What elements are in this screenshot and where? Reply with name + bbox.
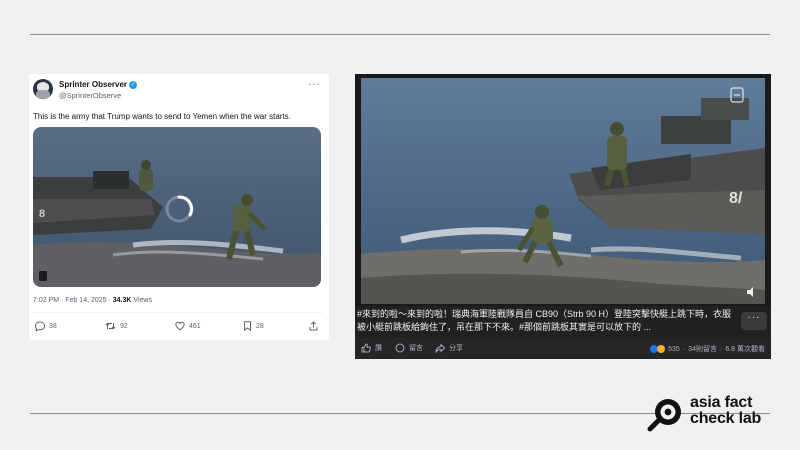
- stats-separator: ·: [719, 345, 723, 353]
- video-action-bar: 讚 留言 分享 535 · 34則留言 · 6.8 萬次觀看: [355, 338, 771, 359]
- logo-wordmark: asia fact check lab: [690, 395, 761, 427]
- tweet-author-name[interactable]: Sprinter Observer ✓: [59, 80, 138, 89]
- comment-label: 留言: [409, 345, 423, 352]
- like-button[interactable]: 讚: [361, 343, 382, 353]
- reply-icon: [35, 321, 45, 331]
- logo-line-2: check lab: [690, 410, 762, 427]
- magnifier-logo-icon: [647, 399, 681, 432]
- post-caption[interactable]: #來到的啦～來到的啦！瑞典海軍陸戰隊員自 CB90（Strb 90 H）登陸突擊…: [357, 308, 735, 334]
- share-button[interactable]: [309, 321, 318, 331]
- like-count: 461: [189, 322, 201, 330]
- logo-line-1: asia fact: [690, 394, 753, 411]
- repost-count: 92: [120, 322, 128, 330]
- author-name-text: Sprinter Observer: [59, 80, 128, 89]
- tweet-text: This is the army that Trump wants to sen…: [33, 112, 291, 121]
- stats-separator: ·: [682, 345, 686, 353]
- views-count: 34.3K: [112, 297, 132, 304]
- like-label: 讚: [375, 345, 382, 352]
- caption-bar: #來到的啦～來到的啦！瑞典海軍陸戰隊員自 CB90（Strb 90 H）登陸突擊…: [355, 306, 771, 338]
- comments-count[interactable]: 34則留言: [688, 344, 717, 354]
- tweet-time-text: 7:02 PM · Feb 14, 2025 ·: [33, 297, 113, 304]
- bookmark-count: 28: [256, 322, 264, 330]
- thumbs-up-icon: [361, 343, 371, 353]
- repost-icon: [105, 322, 116, 330]
- avatar[interactable]: [33, 79, 53, 99]
- tweet-header: Sprinter Observer ✓ @SprinterObserve ···: [33, 79, 323, 107]
- share-icon: [435, 343, 445, 353]
- views-label: Views: [131, 297, 152, 304]
- asia-fact-check-lab-logo: asia fact check lab: [646, 394, 776, 434]
- share-button[interactable]: 分享: [435, 343, 463, 353]
- like-button[interactable]: 461: [175, 321, 201, 331]
- tweet-author-handle[interactable]: @SprinterObserve: [59, 91, 121, 100]
- repost-button[interactable]: 92: [105, 321, 128, 331]
- verified-badge-icon: ✓: [129, 80, 138, 89]
- boat-number: 8/: [729, 190, 743, 207]
- reply-button[interactable]: 38: [35, 321, 57, 331]
- reply-count: 38: [49, 322, 57, 330]
- tweet-timestamp: 7:02 PM · Feb 14, 2025 · 34.3K Views: [33, 297, 152, 304]
- share-icon: [309, 321, 318, 331]
- tweet-actions: 38 92 461 28: [33, 321, 323, 333]
- post-stats: 535 · 34則留言 · 6.8 萬次觀看: [650, 344, 765, 354]
- share-label: 分享: [449, 345, 463, 352]
- haha-reaction-icon: [657, 345, 666, 353]
- facebook-video-post: 8/ #來到的啦～來到的啦！瑞典海軍陸戰隊員自 CB90（Strb 90 H）登…: [355, 74, 771, 359]
- tweet-video[interactable]: 8: [33, 127, 321, 287]
- reaction-count[interactable]: 535: [668, 346, 680, 353]
- video-frame[interactable]: 8/: [361, 78, 765, 304]
- more-options-icon[interactable]: ···: [308, 79, 321, 90]
- tweet-card: Sprinter Observer ✓ @SprinterObserve ··· …: [29, 74, 329, 340]
- bookmark-button[interactable]: 28: [243, 321, 264, 331]
- views-count: 6.8 萬次觀看: [725, 346, 765, 353]
- comment-button[interactable]: 留言: [395, 343, 423, 353]
- bookmark-icon: [244, 321, 251, 331]
- post-options-button[interactable]: ···: [741, 312, 767, 330]
- svg-text:8: 8: [39, 208, 45, 220]
- tweet-divider: [33, 312, 323, 313]
- video-still: 8/: [361, 78, 765, 304]
- tweet-video-frame: 8: [33, 127, 321, 287]
- heart-icon: [175, 321, 185, 331]
- comment-icon: [395, 343, 405, 353]
- top-divider: [30, 34, 770, 35]
